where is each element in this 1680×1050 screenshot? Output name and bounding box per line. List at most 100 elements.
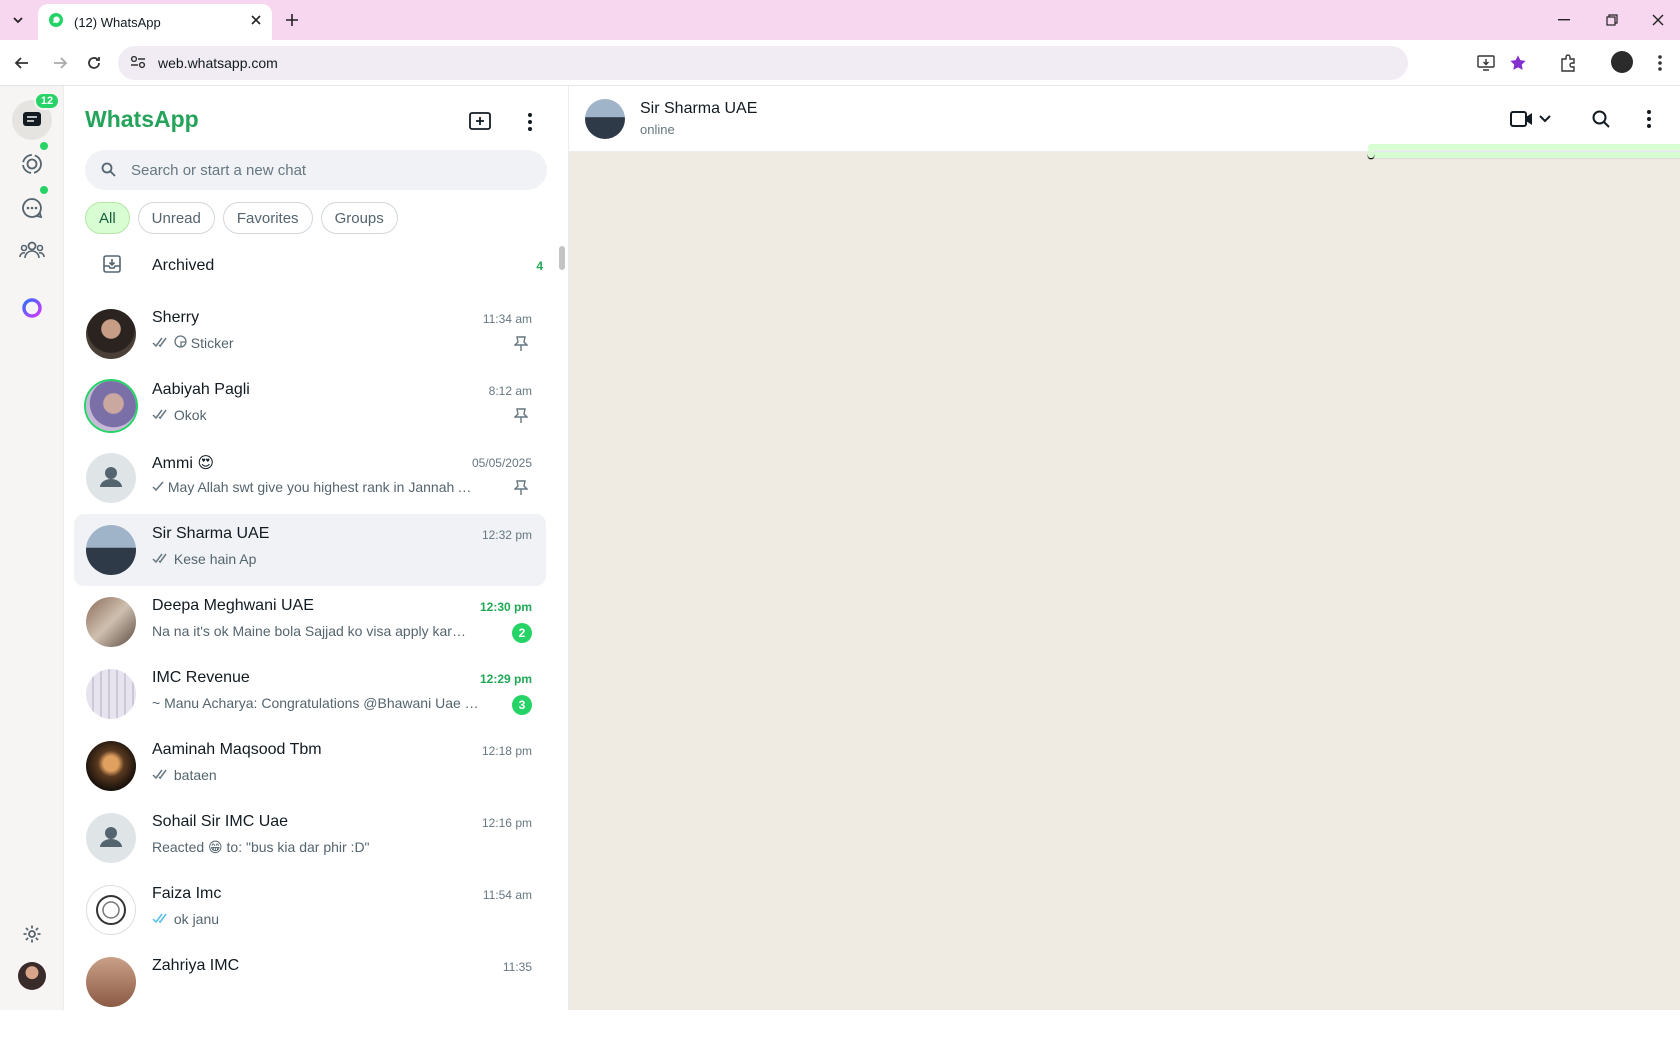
tab-title: (12) WhatsApp — [74, 14, 161, 30]
chat-row-sherry[interactable]: Sherry 11:34 am Sticker — [74, 298, 546, 370]
profile-avatar[interactable] — [1611, 51, 1633, 73]
new-chat-icon[interactable] — [467, 110, 493, 134]
communities-icon[interactable] — [18, 238, 46, 262]
new-tab-icon[interactable] — [282, 10, 302, 30]
chat-name: Aabiyah Pagli — [152, 381, 250, 398]
chat-preview: Reacted 😁 to: "bus kia dar phir :D" — [152, 839, 370, 855]
chat-row-aaminah-maqsood-tbm[interactable]: Aaminah Maqsood Tbm 12:18 pm bataen — [74, 730, 546, 802]
browser-toolbar: web.whatsapp.com — [0, 40, 1680, 86]
imc-logo-icon — [86, 885, 136, 935]
chats-nav-button[interactable]: 12 — [12, 92, 60, 140]
browser-menu-icon[interactable] — [1650, 52, 1670, 74]
pin-icon — [513, 480, 529, 501]
chat-name: Sherry — [152, 309, 200, 326]
channels-dot — [40, 186, 48, 194]
chat-menu-icon[interactable] — [1639, 108, 1659, 130]
filter-favorites[interactable]: Favorites — [222, 202, 313, 234]
contact-name: Sir Sharma UAE — [640, 100, 758, 117]
chat-time: 12:16 pm — [481, 816, 532, 830]
chat-name: Faiza Imc — [152, 885, 222, 902]
close-window-icon[interactable] — [1646, 10, 1670, 30]
meta-ai-icon[interactable] — [20, 296, 44, 320]
chat-time: 12:30 pm — [479, 600, 532, 614]
unread-badge: 12 — [34, 92, 60, 110]
double-check-icon — [152, 407, 170, 423]
unread-count-badge: 3 — [512, 695, 532, 715]
double-check-icon — [152, 335, 170, 351]
chat-preview: bataen — [152, 767, 492, 783]
status-icon[interactable] — [20, 152, 44, 176]
archived-label: Archived — [152, 257, 215, 274]
pin-icon — [513, 336, 529, 357]
avatar — [86, 957, 136, 1007]
tab-whatsapp[interactable]: (12) WhatsApp — [38, 4, 272, 40]
chat-time: 12:29 pm — [479, 672, 532, 686]
reload-icon[interactable] — [82, 52, 106, 74]
avatar — [86, 597, 136, 647]
avatar — [86, 309, 136, 359]
filter-all[interactable]: All — [85, 202, 130, 234]
extensions-icon[interactable] — [1556, 52, 1580, 74]
chat-preview: Na na it's ok Maine bola Sajjad ko visa … — [152, 623, 472, 639]
chat-row-aabiyah-pagli[interactable]: Aabiyah Pagli 8:12 am Okok — [74, 370, 546, 442]
chat-list-scrollbar[interactable] — [559, 246, 565, 270]
chat-row-ammi[interactable]: Ammi 😍 05/05/2025 May Allah swt give you… — [74, 442, 546, 514]
chat-row-zahriya-imc[interactable]: Zahriya IMC 11:35 — [74, 946, 546, 1010]
address-bar[interactable]: web.whatsapp.com — [118, 46, 1408, 80]
app-title: WhatsApp — [85, 106, 199, 132]
chat-row-imc-revenue[interactable]: IMC Revenue 12:29 pm ~ Manu Acharya: Con… — [74, 658, 546, 730]
search-input[interactable]: Search or start a new chat — [85, 150, 547, 190]
whatsapp-favicon-icon — [48, 12, 64, 33]
chat-row-sir-sharma-uae[interactable]: Sir Sharma UAE 12:32 pm Kese hain Ap — [74, 514, 546, 586]
chats-icon — [22, 111, 42, 129]
contact-avatar[interactable] — [585, 99, 625, 139]
filter-unread[interactable]: Unread — [137, 202, 215, 234]
close-tab-icon[interactable] — [250, 13, 262, 31]
chat-name: Sir Sharma UAE — [152, 525, 270, 542]
search-icon — [101, 162, 116, 181]
chat-time: 11:35 — [502, 960, 532, 974]
search-messages-icon[interactable] — [1589, 108, 1613, 130]
status-dot — [40, 142, 48, 150]
archived-row[interactable]: Archived 4 — [85, 236, 547, 296]
default-avatar-icon — [86, 453, 136, 503]
filter-groups[interactable]: Groups — [320, 202, 398, 234]
chat-name: Zahriya IMC — [152, 957, 240, 974]
tab-search-chevron-icon[interactable] — [6, 10, 30, 30]
bookmark-star-icon[interactable] — [1506, 52, 1530, 74]
chat-name: IMC Revenue — [152, 669, 250, 686]
back-icon[interactable] — [10, 52, 34, 74]
channels-icon[interactable] — [20, 196, 44, 220]
conversation-panel: Sir Sharma UAE online — [569, 86, 1680, 1010]
my-profile-avatar[interactable] — [18, 962, 46, 990]
install-app-icon[interactable] — [1474, 52, 1498, 74]
chat-time: 12:18 pm — [481, 744, 532, 758]
chat-time: 11:54 am — [482, 888, 532, 902]
forward-icon[interactable] — [48, 52, 72, 74]
restore-window-icon[interactable] — [1600, 10, 1624, 30]
chat-list-panel: WhatsApp Search or start a new chat All … — [64, 86, 569, 1010]
site-info-icon[interactable] — [130, 55, 146, 72]
chat-preview: ok janu — [152, 911, 492, 927]
chat-time: 8:12 am — [488, 384, 532, 398]
pin-icon — [513, 408, 529, 429]
menu-kebab-icon[interactable] — [520, 110, 540, 134]
unread-count-badge: 2 — [512, 623, 532, 643]
avatar — [86, 741, 136, 791]
chat-row-faiza-imc[interactable]: Faiza Imc 11:54 am ok janu — [74, 874, 546, 946]
chat-time: 12:32 pm — [481, 528, 532, 542]
url-text: web.whatsapp.com — [158, 55, 278, 71]
minimize-window-icon[interactable] — [1552, 10, 1576, 30]
chat-name: Sohail Sir IMC Uae — [152, 813, 289, 830]
chat-row-deepa-meghwani-uae[interactable]: Deepa Meghwani UAE 12:30 pm Na na it's o… — [74, 586, 546, 658]
chat-preview: Sticker — [152, 335, 492, 351]
settings-gear-icon[interactable] — [20, 922, 44, 946]
unused — [1368, 152, 1680, 158]
video-call-icon[interactable] — [1508, 108, 1554, 130]
conversation-header[interactable]: Sir Sharma UAE online — [569, 86, 1680, 152]
chat-name: Aaminah Maqsood Tbm — [152, 741, 322, 758]
chat-row-sohail-sir-imc-uae[interactable]: Sohail Sir IMC Uae 12:16 pm Reacted 😁 to… — [74, 802, 546, 874]
double-check-icon — [152, 551, 170, 567]
chat-preview: Kese hain Ap — [152, 551, 492, 567]
chat-preview: ~ Manu Acharya: Congratulations @Bhawani… — [152, 695, 492, 711]
